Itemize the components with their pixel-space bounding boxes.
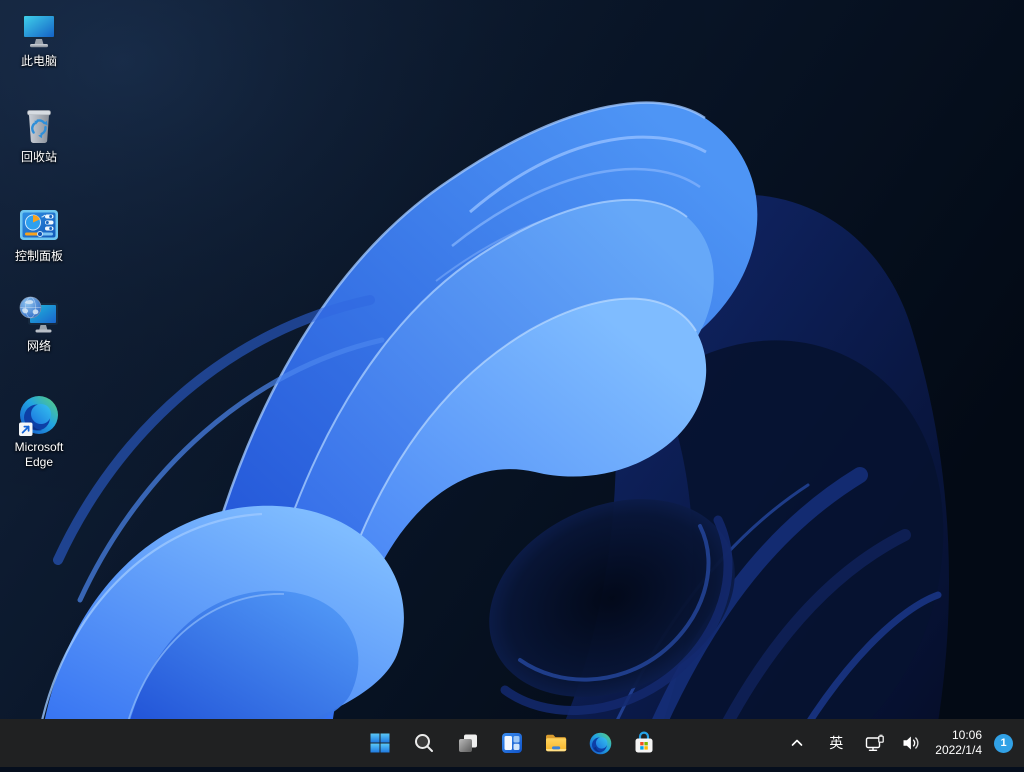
bloom-wallpaper-art <box>0 0 1024 772</box>
speaker-icon <box>903 736 919 750</box>
clock[interactable]: 10:06 2022/1/4 <box>929 723 988 763</box>
task-view-button[interactable] <box>448 723 488 763</box>
desktop-icon-recycle-bin[interactable]: 回收站 <box>1 104 77 165</box>
volume-button[interactable] <box>893 723 929 763</box>
clock-time: 10:06 <box>951 728 982 742</box>
desktop-wallpaper <box>0 0 1024 772</box>
windows-logo-icon <box>370 733 390 753</box>
file-explorer-folder-icon <box>546 734 567 752</box>
microsoft-edge-icon <box>19 396 58 436</box>
control-panel-icon <box>20 210 58 240</box>
desktop-icon-label: 控制面板 <box>14 249 63 263</box>
notification-count: 1 <box>1000 737 1007 749</box>
task-view-icon <box>459 734 477 752</box>
desktop-icon-network[interactable]: 网络 <box>1 293 77 354</box>
notification-badge[interactable]: 1 <box>994 733 1013 753</box>
hidden-icons-button[interactable] <box>779 723 815 763</box>
network-icon <box>19 296 58 333</box>
store-button[interactable] <box>624 723 664 763</box>
microsoft-store-icon <box>635 731 653 753</box>
desktop-icon-microsoft-edge[interactable]: Microsoft Edge <box>1 394 77 470</box>
desktop-icon-this-pc[interactable]: 此电脑 <box>1 8 77 69</box>
desktop-icon-control-panel[interactable]: 控制面板 <box>1 203 77 264</box>
ime-label: 英 <box>829 735 844 751</box>
this-pc-icon <box>22 14 56 48</box>
taskbar: 英 10:06 2022/1/4 1 <box>0 719 1024 767</box>
taskbar-center-icons <box>360 723 664 763</box>
file-explorer-button[interactable] <box>536 723 576 763</box>
widgets-button[interactable] <box>492 723 532 763</box>
desktop-icon-label: Microsoft Edge <box>14 440 64 469</box>
edge-taskbar-button[interactable] <box>580 723 620 763</box>
desktop-icon-label: 网络 <box>26 339 51 353</box>
ime-indicator[interactable]: 英 <box>815 723 857 763</box>
widgets-icon <box>502 733 522 753</box>
desktop-icon-label: 回收站 <box>20 150 57 164</box>
chevron-up-icon <box>791 739 803 746</box>
clock-date: 2022/1/4 <box>935 743 982 757</box>
network-button[interactable] <box>857 723 893 763</box>
desktop-icon-label: 此电脑 <box>20 54 57 68</box>
search-icon <box>415 734 433 752</box>
microsoft-edge-icon <box>589 732 611 754</box>
start-button[interactable] <box>360 723 400 763</box>
search-button[interactable] <box>404 723 444 763</box>
recycle-bin-icon <box>27 110 51 143</box>
system-tray: 英 10:06 2022/1/4 1 <box>779 719 1022 767</box>
network-ethernet-icon <box>866 734 885 751</box>
